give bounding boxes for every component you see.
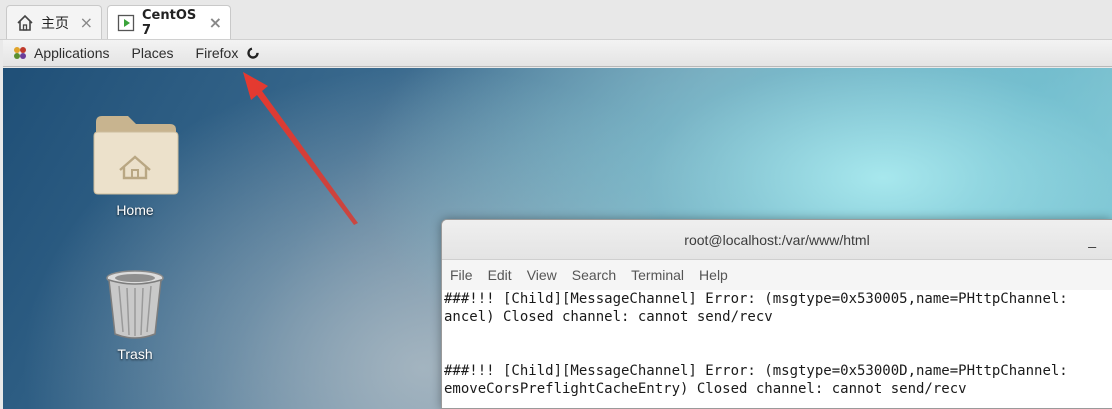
home-icon [15,13,35,33]
applications-menu[interactable]: Applications [11,44,110,62]
tab-label: CentOS 7 [142,7,197,38]
tab-centos7[interactable]: CentOS 7 × [107,5,231,39]
terminal-output[interactable]: ###!!! [Child][MessageChannel] Error: (m… [442,290,1112,398]
menu-file[interactable]: File [450,267,473,283]
firefox-label: Firefox [195,45,239,61]
trash-icon [106,270,164,339]
minimize-button[interactable]: _ [1088,232,1096,248]
gnome-foot-icon [11,44,29,62]
tab-label: 主页 [41,15,69,32]
vm-play-icon [116,13,136,33]
menu-edit[interactable]: Edit [488,267,512,283]
terminal-line: ###!!! [Child][MessageChannel] Error: (m… [444,291,1068,307]
desktop-home-folder[interactable]: Home [85,112,185,218]
home-label: Home [116,202,154,218]
close-icon[interactable]: × [209,13,222,32]
tab-home[interactable]: 主页 × [6,5,102,39]
terminal-window[interactable]: root@localhost:/var/www/html _ File Edit… [441,219,1112,409]
firefox-menu[interactable]: Firefox [196,45,260,61]
menu-view[interactable]: View [527,267,557,283]
terminal-titlebar[interactable]: root@localhost:/var/www/html _ [442,220,1112,260]
terminal-title: root@localhost:/var/www/html [684,231,870,248]
loading-spinner-icon [247,47,259,59]
menu-help[interactable]: Help [699,267,728,283]
gnome-top-bar: Applications Places Firefox [3,40,1112,67]
close-icon[interactable]: × [80,13,93,32]
terminal-line: ancel) Closed channel: cannot send/recv [444,309,773,325]
terminal-line: emoveCorsPreflightCacheEntry) Closed cha… [444,381,967,397]
home-folder-icon [93,116,179,195]
menu-terminal[interactable]: Terminal [631,267,684,283]
places-menu[interactable]: Places [132,45,174,61]
terminal-line: ###!!! [Child][MessageChannel] Error: (m… [444,363,1068,379]
applications-label: Applications [34,45,110,61]
menu-search[interactable]: Search [572,267,616,283]
desktop-trash[interactable]: Trash [85,268,185,362]
host-tab-strip: 主页 × CentOS 7 × [0,0,1112,40]
trash-label: Trash [117,346,153,362]
terminal-menubar: File Edit View Search Terminal Help [442,260,1112,290]
